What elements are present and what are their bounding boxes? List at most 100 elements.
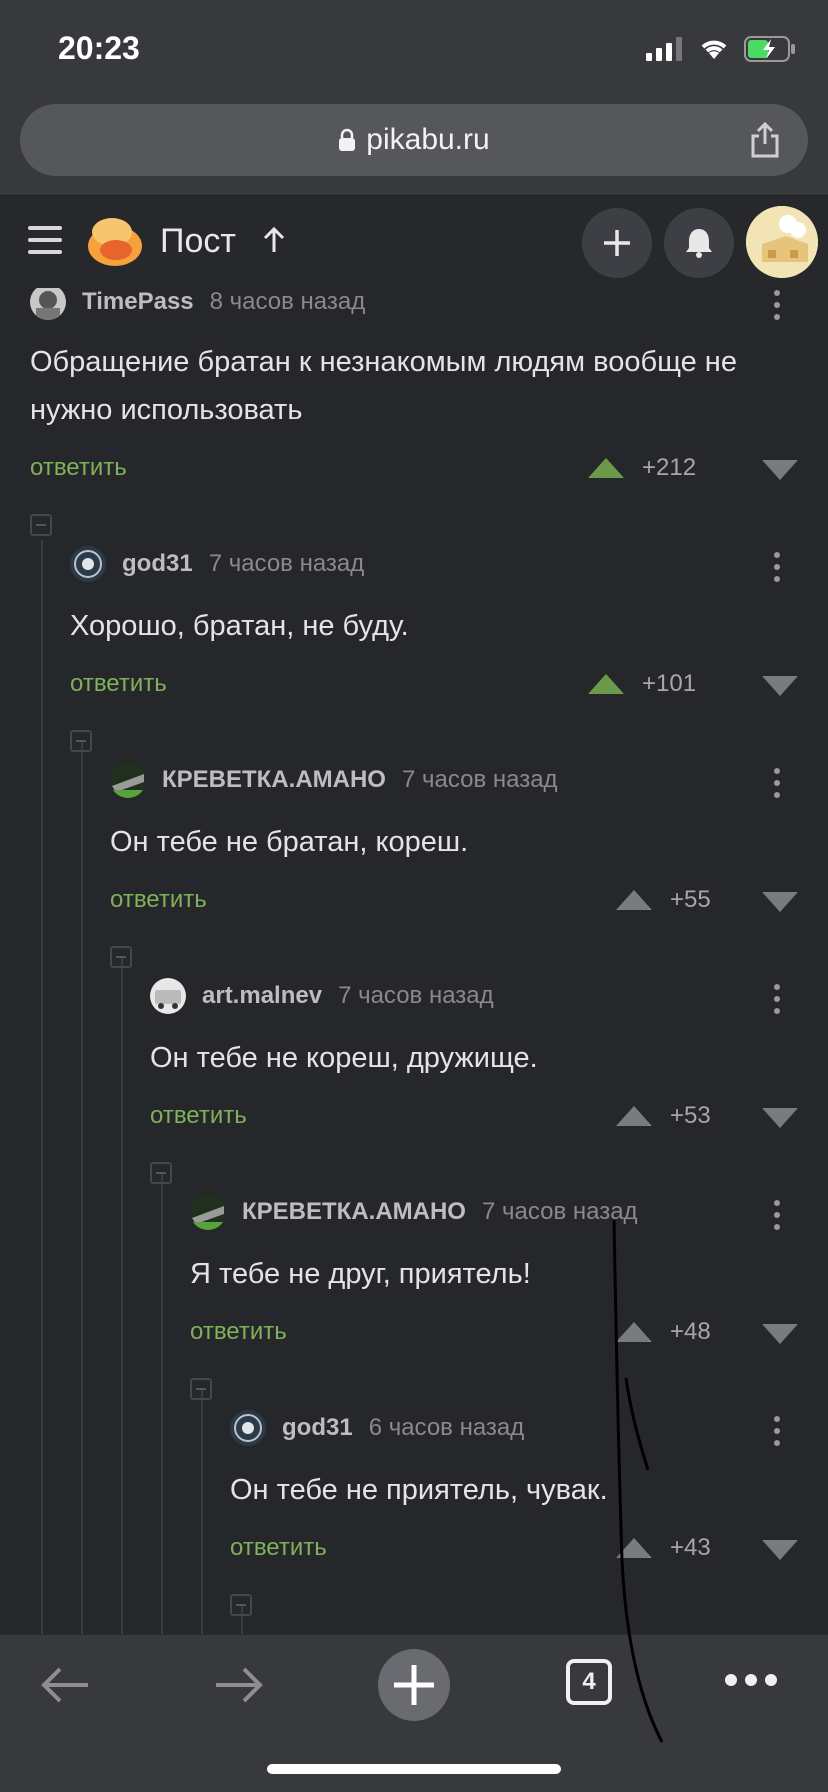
user-avatar-icon [70,546,106,582]
downvote-icon[interactable] [762,1108,798,1128]
forward-arrow-icon[interactable] [212,1665,266,1705]
vote-count: +55 [670,886,711,913]
reply-button[interactable]: ответить [230,1534,327,1562]
comment-header: КРЕВЕТКА.АМАНО 7 часов назад [110,760,558,800]
more-options-icon[interactable] [774,1416,780,1452]
avatar[interactable] [190,1194,226,1230]
vote-controls: +101 [588,670,798,700]
user-avatar-icon [190,1194,226,1230]
add-post-button[interactable] [582,208,652,278]
comment: TimePass 8 часов назад Обращение братан … [0,282,828,492]
collapse-thread-button[interactable] [190,1378,212,1400]
vote-controls: +55 [616,886,798,916]
comment-time: 7 часов назад [481,1198,638,1225]
notifications-button[interactable] [664,208,734,278]
bell-icon [686,229,712,258]
more-options-icon[interactable] [774,1200,780,1236]
comment-time: 6 часов назад [368,1414,525,1441]
plus-icon [604,230,630,256]
comment-time: 7 часов назад [338,982,494,1009]
status-time: 20:23 [58,30,140,66]
back-arrow-icon[interactable] [38,1665,92,1705]
battery-icon [744,36,795,62]
collapse-thread-button[interactable] [70,730,92,752]
page-title: Пост [160,222,236,260]
upvote-icon[interactable] [616,1538,652,1558]
downvote-icon[interactable] [762,1540,798,1560]
upvote-icon[interactable] [588,458,624,478]
downvote-icon[interactable] [762,1324,798,1344]
user-avatar-icon [30,284,66,320]
user-avatar-icon [746,206,818,278]
avatar[interactable] [110,762,146,798]
comment-text: Я тебе не друг, приятель! [190,1258,531,1290]
reply-button[interactable]: ответить [30,454,127,482]
url-text: pikabu.ru [366,123,490,156]
upvote-icon[interactable] [616,890,652,910]
user-avatar-icon [150,978,186,1014]
more-options-icon[interactable] [774,552,780,588]
site-header: Пост [0,196,828,288]
comment-author[interactable]: art.malnev [202,982,322,1010]
vote-count: +53 [670,1102,711,1129]
avatar[interactable] [30,284,66,320]
reply-button[interactable]: ответить [110,886,207,914]
address-bar[interactable]: pikabu.ru [20,104,808,176]
vote-count: +101 [642,670,697,697]
collapse-thread-button[interactable] [230,1594,252,1616]
more-menu-icon[interactable] [724,1673,778,1687]
comment: КРЕВЕТКА.АМАНО 7 часов назад Я тебе не д… [0,1192,828,1372]
pikabu-logo-icon[interactable] [86,212,144,268]
home-indicator[interactable] [267,1764,561,1774]
user-avatar-icon [230,1410,266,1446]
comment-author[interactable]: TimePass [82,288,194,316]
vote-count: +212 [642,454,697,481]
comment-header: god31 6 часов назад [230,1408,524,1448]
reply-button[interactable]: ответить [150,1102,247,1130]
more-options-icon[interactable] [774,768,780,804]
user-avatar-icon [110,762,146,798]
share-icon[interactable] [750,122,780,158]
upvote-icon[interactable] [616,1322,652,1342]
status-bar: 20:23 [0,0,828,92]
comment: god31 6 часов назад Он тебе не приятель,… [0,1408,828,1588]
reply-button[interactable]: ответить [70,670,167,698]
collapse-thread-button[interactable] [110,946,132,968]
downvote-icon[interactable] [762,460,798,480]
comment-author[interactable]: КРЕВЕТКА.АМАНО [162,766,386,794]
arrow-up-icon[interactable] [262,226,286,254]
more-options-icon[interactable] [774,290,780,326]
avatar[interactable] [230,1410,266,1446]
more-options-icon[interactable] [774,984,780,1020]
downvote-icon[interactable] [762,676,798,696]
downvote-icon[interactable] [762,892,798,912]
comment-header: КРЕВЕТКА.АМАНО 7 часов назад [190,1192,638,1232]
comment: art.malnev 7 часов назад Он тебе не коре… [0,976,828,1156]
comment-author[interactable]: КРЕВЕТКА.АМАНО [242,1198,466,1226]
new-tab-button[interactable] [378,1649,450,1721]
comment: god31 7 часов назад Хорошо, братан, не б… [0,544,828,724]
comment-text: Он тебе не кореш, дружище. [150,1042,538,1074]
comment-header: TimePass 8 часов назад [30,282,365,322]
tabs-count-button[interactable]: 4 [566,1659,612,1705]
upvote-icon[interactable] [616,1106,652,1126]
avatar[interactable] [150,978,186,1014]
collapse-thread-button[interactable] [150,1162,172,1184]
reply-button[interactable]: ответить [190,1318,287,1346]
menu-icon[interactable] [28,226,62,256]
comment-header: god31 7 часов назад [70,544,364,584]
collapse-thread-button[interactable] [30,514,52,536]
comment-text: Обращение братан к незнакомым людям вооб… [30,346,737,426]
vote-count: +48 [670,1318,711,1345]
upvote-icon[interactable] [588,674,624,694]
plus-icon [394,1665,434,1705]
comment: КРЕВЕТКА.АМАНО 7 часов назад Он тебе не … [0,760,828,940]
avatar[interactable] [70,546,106,582]
user-avatar[interactable] [746,206,818,278]
lock-icon [339,128,356,151]
vote-controls: +53 [616,1102,798,1132]
comment-author[interactable]: god31 [122,550,193,578]
comment-text: Хорошо, братан, не буду. [70,610,409,642]
comment-author[interactable]: god31 [282,1414,353,1442]
comment-time: 7 часов назад [208,550,365,577]
